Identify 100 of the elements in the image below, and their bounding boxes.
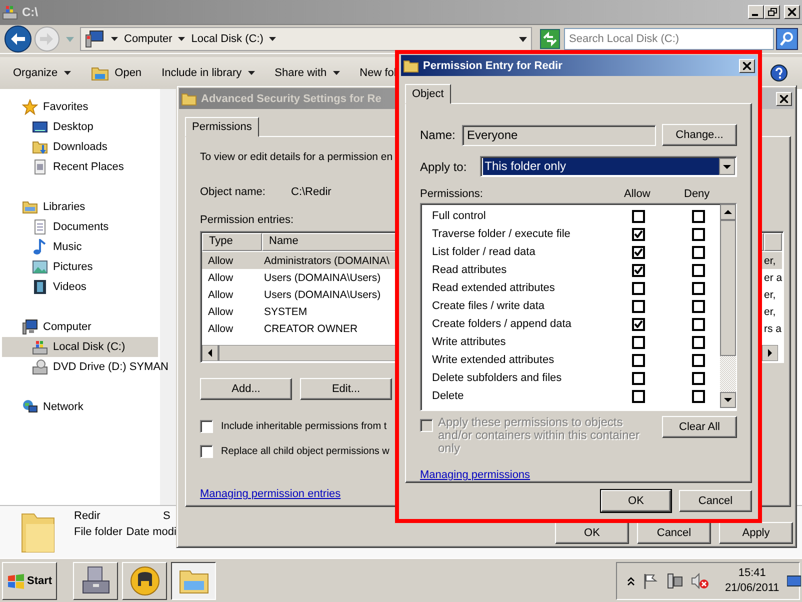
- show-desktop-icon[interactable]: [787, 574, 802, 588]
- checkbox[interactable]: [692, 210, 705, 222]
- checkbox[interactable]: [632, 264, 645, 276]
- cancel-button[interactable]: Cancel: [679, 490, 752, 512]
- checkbox[interactable]: [200, 445, 213, 458]
- toolbar-button[interactable]: Open: [86, 63, 147, 83]
- checkbox[interactable]: [632, 300, 645, 312]
- checkbox[interactable]: [692, 354, 705, 366]
- network-icon[interactable]: [667, 572, 683, 588]
- checkbox[interactable]: [632, 210, 645, 222]
- apply-to-dropdown[interactable]: This folder only: [480, 156, 737, 177]
- nav-item[interactable]: Videos: [2, 277, 158, 297]
- speaker-muted-icon[interactable]: [691, 572, 709, 588]
- checkbox[interactable]: [692, 246, 705, 258]
- breadcrumb[interactable]: Computer: [124, 33, 186, 45]
- restore-icon: [768, 8, 776, 16]
- help-link[interactable]: Managing permission entries: [200, 488, 341, 500]
- start-button[interactable]: Start: [2, 562, 58, 600]
- checkbox[interactable]: [692, 300, 705, 312]
- nav-item[interactable]: DVD Drive (D:) SYMAN: [2, 357, 169, 377]
- table-cell-text: Allow: [207, 288, 234, 300]
- checkbox[interactable]: [692, 336, 705, 348]
- checkbox[interactable]: [632, 318, 645, 330]
- close-icon: [780, 94, 788, 102]
- minimize-button[interactable]: [748, 5, 764, 19]
- help-link[interactable]: Managing permissions: [420, 469, 530, 481]
- window-title: C:\: [22, 5, 38, 19]
- toolbar-button[interactable]: Share with: [270, 65, 345, 81]
- nav-item[interactable]: Local Disk (C:): [2, 337, 158, 357]
- windows-logo-icon: [7, 572, 25, 588]
- checkbox[interactable]: [692, 282, 705, 294]
- taskbar-button[interactable]: [171, 562, 216, 600]
- checkbox[interactable]: [692, 372, 705, 384]
- nav-item[interactable]: Pictures: [2, 257, 158, 277]
- dialog-button[interactable]: Apply: [719, 522, 793, 544]
- clear-all-button[interactable]: Clear All: [662, 416, 737, 438]
- name-field[interactable]: Everyone: [462, 124, 656, 146]
- dialog-button[interactable]: OK: [555, 522, 629, 544]
- table-cell-text: Allow: [207, 322, 234, 334]
- flag-icon[interactable]: [643, 572, 659, 588]
- caret-icon: [269, 37, 276, 41]
- search-button[interactable]: [776, 28, 798, 50]
- tab[interactable]: Object: [405, 84, 451, 104]
- nav-item[interactable]: Downloads: [2, 137, 158, 157]
- folder-icon: [403, 58, 419, 74]
- column-header[interactable]: [764, 233, 782, 251]
- column-header[interactable]: Type: [202, 233, 262, 251]
- dropdown-button[interactable]: [719, 158, 735, 175]
- table-cell-text: Allow: [207, 254, 234, 266]
- search-field[interactable]: Search Local Disk (C:): [564, 28, 774, 50]
- checkbox[interactable]: [632, 246, 645, 258]
- nav-item[interactable]: Favorites: [2, 97, 158, 117]
- checkbox[interactable]: [692, 318, 705, 330]
- checkbox[interactable]: [200, 420, 213, 433]
- nav-item[interactable]: Computer: [2, 317, 158, 337]
- checkbox[interactable]: [632, 282, 645, 294]
- checkbox[interactable]: [692, 264, 705, 276]
- restore-button[interactable]: [764, 5, 780, 19]
- check-icon: [634, 320, 643, 328]
- nav-item[interactable]: Desktop: [2, 117, 158, 137]
- close-button[interactable]: [739, 58, 755, 72]
- nav-item[interactable]: Libraries: [2, 197, 158, 217]
- nav-item[interactable]: Network: [2, 397, 158, 417]
- checkbox[interactable]: [632, 336, 645, 348]
- clock-time[interactable]: 15:41: [738, 566, 766, 580]
- dialog-button[interactable]: Add...: [200, 378, 292, 400]
- nav-item[interactable]: Recent Places: [2, 157, 158, 177]
- entries-label: Permission entries:: [200, 214, 294, 226]
- address-bar[interactable]: Computer Local Disk (C:): [80, 27, 532, 51]
- permission-label: Create folders / append data: [432, 318, 572, 330]
- checkbox[interactable]: [632, 390, 645, 402]
- show-hidden-icons-icon[interactable]: [627, 576, 635, 586]
- back-button[interactable]: [4, 25, 32, 53]
- checkbox[interactable]: [692, 228, 705, 240]
- nav-item[interactable]: Documents: [2, 217, 158, 237]
- clock-date[interactable]: 21/06/2011: [725, 580, 780, 596]
- check-icon: [634, 230, 643, 238]
- toolbar-button[interactable]: Organize: [8, 65, 76, 81]
- vertical-scrollbar[interactable]: [720, 204, 736, 408]
- toolbar-button[interactable]: Include in library: [156, 65, 260, 81]
- checkbox[interactable]: [632, 372, 645, 384]
- checkbox[interactable]: [692, 390, 705, 402]
- nav-item[interactable]: Music: [2, 237, 158, 257]
- name-label: Name:: [420, 128, 456, 142]
- dropdown-caret-icon[interactable]: [519, 36, 527, 42]
- table-cell-text: CREATOR OWNER: [263, 322, 358, 334]
- dialog-button[interactable]: Edit...: [300, 378, 392, 400]
- checkbox[interactable]: [632, 354, 645, 366]
- refresh-button[interactable]: [540, 29, 560, 49]
- checkbox[interactable]: [632, 228, 645, 240]
- breadcrumb[interactable]: Local Disk (C:): [191, 33, 276, 45]
- ok-button[interactable]: OK: [601, 490, 671, 512]
- landscape-icon: [32, 259, 48, 275]
- table-cell-text: SYSTEM: [263, 306, 308, 318]
- change-button[interactable]: Change...: [662, 124, 737, 146]
- close-button[interactable]: [784, 5, 800, 19]
- film-icon: [32, 279, 48, 295]
- dialog-button[interactable]: Cancel: [637, 522, 711, 544]
- tab[interactable]: Permissions: [185, 117, 259, 137]
- help-icon[interactable]: [770, 64, 788, 82]
